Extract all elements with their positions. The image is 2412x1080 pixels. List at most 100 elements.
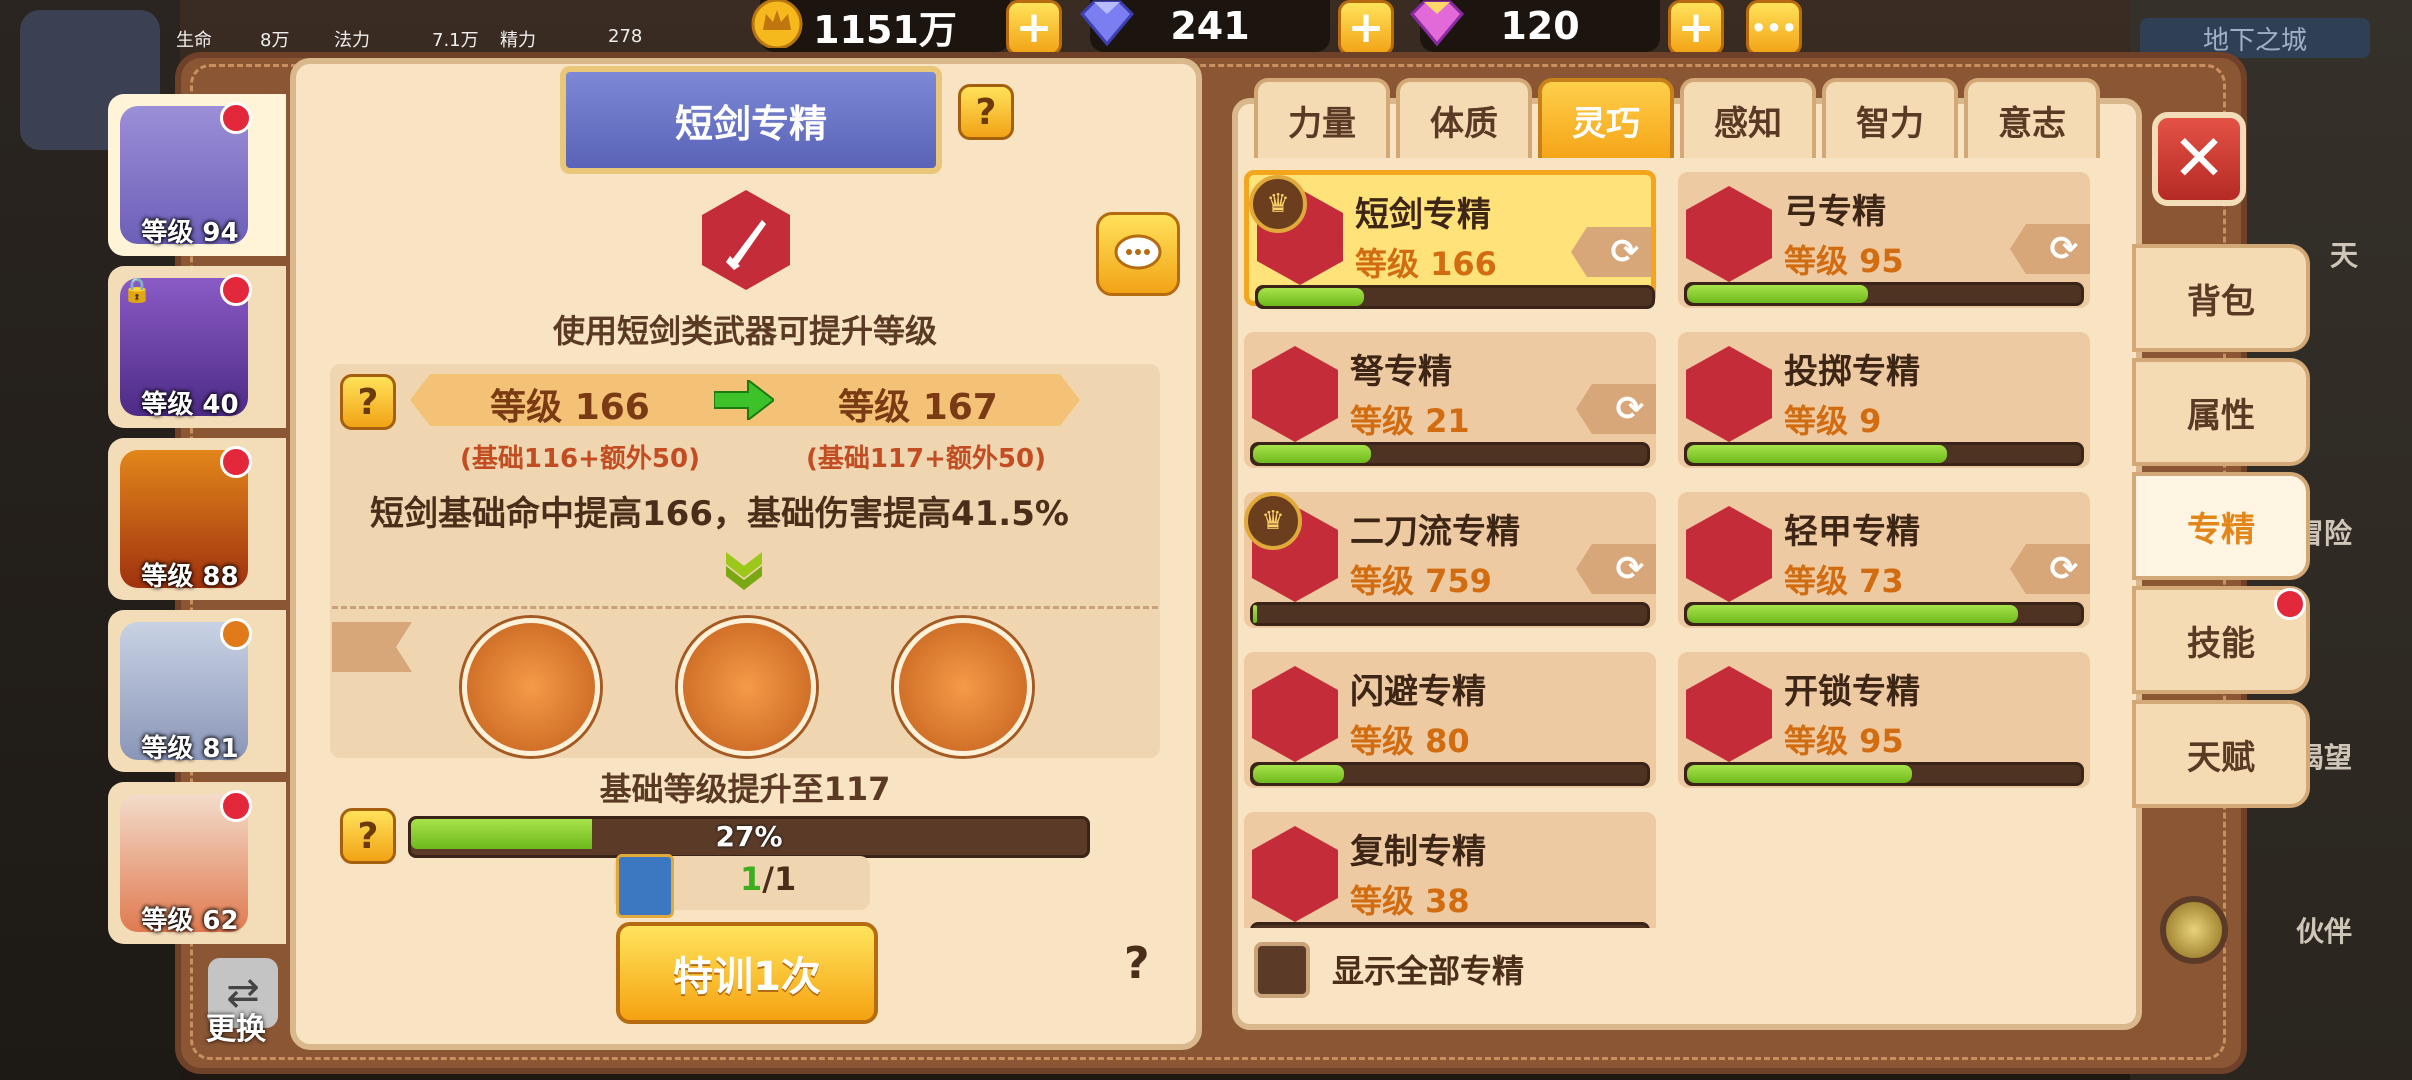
side-menu-talent[interactable]: 天赋	[2132, 700, 2310, 808]
swap-icon[interactable]: ⟳	[2010, 224, 2090, 274]
skill-slash-icon[interactable]	[462, 618, 600, 756]
medal-icon: ♛	[1244, 492, 1302, 550]
mp-label: 法力	[334, 30, 370, 51]
tab-intelligence[interactable]: 智力	[1822, 78, 1958, 158]
blue-diamond-add-button[interactable]: +	[1338, 0, 1394, 56]
character-slot-4[interactable]: 等级 81	[108, 610, 286, 772]
train-button[interactable]: 特训1次	[616, 922, 878, 1024]
specialty-progress-fill	[1253, 765, 1344, 783]
specialty-name: 轻甲专精	[1784, 512, 1920, 552]
swap-icon[interactable]: ⟳	[1576, 544, 1656, 594]
level-to-detail: (基础117+额外50)	[805, 444, 1046, 474]
character-slot-3[interactable]: 等级 88	[108, 438, 286, 600]
specialty-level: 等级 80	[1350, 722, 1470, 760]
specialty-card[interactable]: 轻甲专精 等级 73 ⟳	[1678, 492, 2090, 628]
character-slot-1[interactable]: 等级 94	[108, 94, 286, 256]
specialty-name: 复制专精	[1350, 832, 1486, 872]
tab-constitution[interactable]: 体质	[1396, 78, 1532, 158]
progress-help-button[interactable]: ?	[340, 808, 396, 864]
gold-add-button[interactable]: +	[1006, 0, 1062, 56]
specialty-card[interactable]: 弓专精 等级 95 ⟳	[1678, 172, 2090, 308]
skill-sword-icon[interactable]	[894, 618, 1032, 756]
specialty-level: 等级 166	[1355, 245, 1497, 283]
dodge-icon	[1252, 666, 1338, 762]
more-menu-button[interactable]: •••	[1746, 0, 1802, 56]
side-menu-attributes[interactable]: 属性	[2132, 358, 2310, 466]
help-icon[interactable]: ?	[1124, 938, 1150, 989]
specialty-progress-fill	[1258, 288, 1365, 306]
specialty-progress	[1250, 922, 1650, 928]
lock-icon: 🔒	[122, 276, 152, 304]
shuriken-icon	[1686, 346, 1772, 442]
notification-dot	[220, 274, 252, 306]
swap-icon[interactable]: ⟳	[1576, 384, 1656, 434]
specialty-level: 等级 95	[1784, 722, 1904, 760]
notification-dot	[2274, 588, 2306, 620]
chevron-down-icon	[726, 552, 762, 590]
specialty-card[interactable]: 复制专精 等级 38	[1244, 812, 1656, 928]
sp-value: 278	[608, 26, 643, 47]
key-icon	[1686, 666, 1772, 762]
character-slot-2[interactable]: 🔒 等级 40	[108, 266, 286, 428]
level-from-detail: (基础116+额外50)	[459, 444, 700, 474]
swap-label[interactable]: 更换	[206, 1004, 266, 1048]
specialty-progress-fill	[1687, 605, 2018, 623]
tab-willpower[interactable]: 意志	[1964, 78, 2100, 158]
swap-icon[interactable]: ⟳	[2010, 544, 2090, 594]
side-menu-bag[interactable]: 背包	[2132, 244, 2310, 352]
effect-text: 短剑基础命中提高166，基础伤害提高41.5%	[350, 482, 1140, 538]
side-menu-specialty[interactable]: 专精	[2132, 472, 2310, 580]
gold-crown-icon	[751, 0, 803, 48]
specialty-progress	[1684, 602, 2084, 626]
specialty-progress	[1684, 762, 2084, 786]
divider	[332, 606, 1158, 609]
specialty-name: 闪避专精	[1350, 672, 1486, 712]
specialty-progress	[1684, 442, 2084, 466]
specialty-card[interactable]: 投掷专精 等级 9	[1678, 332, 2090, 468]
level-from: 等级 166	[490, 387, 650, 428]
tab-perception[interactable]: 感知	[1680, 78, 1816, 158]
specialty-progress	[1250, 442, 1650, 466]
specialty-progress	[1250, 762, 1650, 786]
chat-icon[interactable]	[1096, 212, 1180, 296]
character-level: 等级 88	[141, 562, 239, 592]
specialty-name: 短剑专精	[1355, 195, 1491, 235]
specialty-name: 投掷专精	[1784, 352, 1920, 392]
rainbow-diamond-icon	[1409, 0, 1465, 47]
specialty-card[interactable]: ♛ 二刀流专精 等级 759 ⟳	[1244, 492, 1656, 628]
specialty-name: 弓专精	[1784, 192, 1886, 232]
specialty-card[interactable]: ♛ 短剑专精 等级 166 ⟳	[1244, 170, 1656, 309]
specialty-card[interactable]: 弩专精 等级 21 ⟳	[1244, 332, 1656, 468]
copy-icon	[1252, 826, 1338, 922]
specialty-card[interactable]: 闪避专精 等级 80	[1244, 652, 1656, 788]
book-count-total: /1	[762, 860, 797, 898]
specialty-level: 等级 21	[1350, 402, 1470, 440]
orb-button[interactable]	[2160, 896, 2228, 964]
character-level: 等级 81	[141, 734, 239, 764]
base-upgrade-text: 基础等级提升至117	[599, 770, 891, 808]
rainbow-diamond-add-button[interactable]: +	[1668, 0, 1724, 56]
far-right-label-4[interactable]: 伙伴	[2296, 910, 2352, 950]
far-right-label-1[interactable]: 天	[2330, 234, 2358, 274]
specialty-description: 使用短剑类武器可提升等级	[552, 312, 937, 350]
specialty-name: 开锁专精	[1784, 672, 1920, 712]
swap-icon[interactable]: ⟳	[1571, 227, 1651, 277]
close-button[interactable]: ✕	[2152, 112, 2246, 206]
title-help-button[interactable]: ?	[958, 84, 1014, 140]
character-slot-5[interactable]: 等级 62	[108, 782, 286, 944]
tab-dexterity[interactable]: 灵巧	[1538, 78, 1674, 158]
tab-strength[interactable]: 力量	[1254, 78, 1390, 158]
notification-dot	[220, 790, 252, 822]
specialty-progress-fill	[1253, 605, 1257, 623]
level-to: 等级 167	[838, 387, 998, 428]
skill-cross-slash-icon[interactable]	[678, 618, 816, 756]
specialty-progress-fill	[1687, 285, 1869, 303]
show-all-checkbox[interactable]	[1254, 942, 1310, 998]
specialty-level: 等级 38	[1350, 882, 1470, 920]
crossbow-icon	[1252, 346, 1338, 442]
specialty-card[interactable]: 开锁专精 等级 95	[1678, 652, 2090, 788]
level-help-button[interactable]: ?	[340, 374, 396, 430]
specialty-title: 短剑专精	[560, 66, 942, 174]
show-all-label[interactable]: 显示全部专精	[1332, 946, 1524, 992]
specialty-name: 弩专精	[1350, 352, 1452, 392]
